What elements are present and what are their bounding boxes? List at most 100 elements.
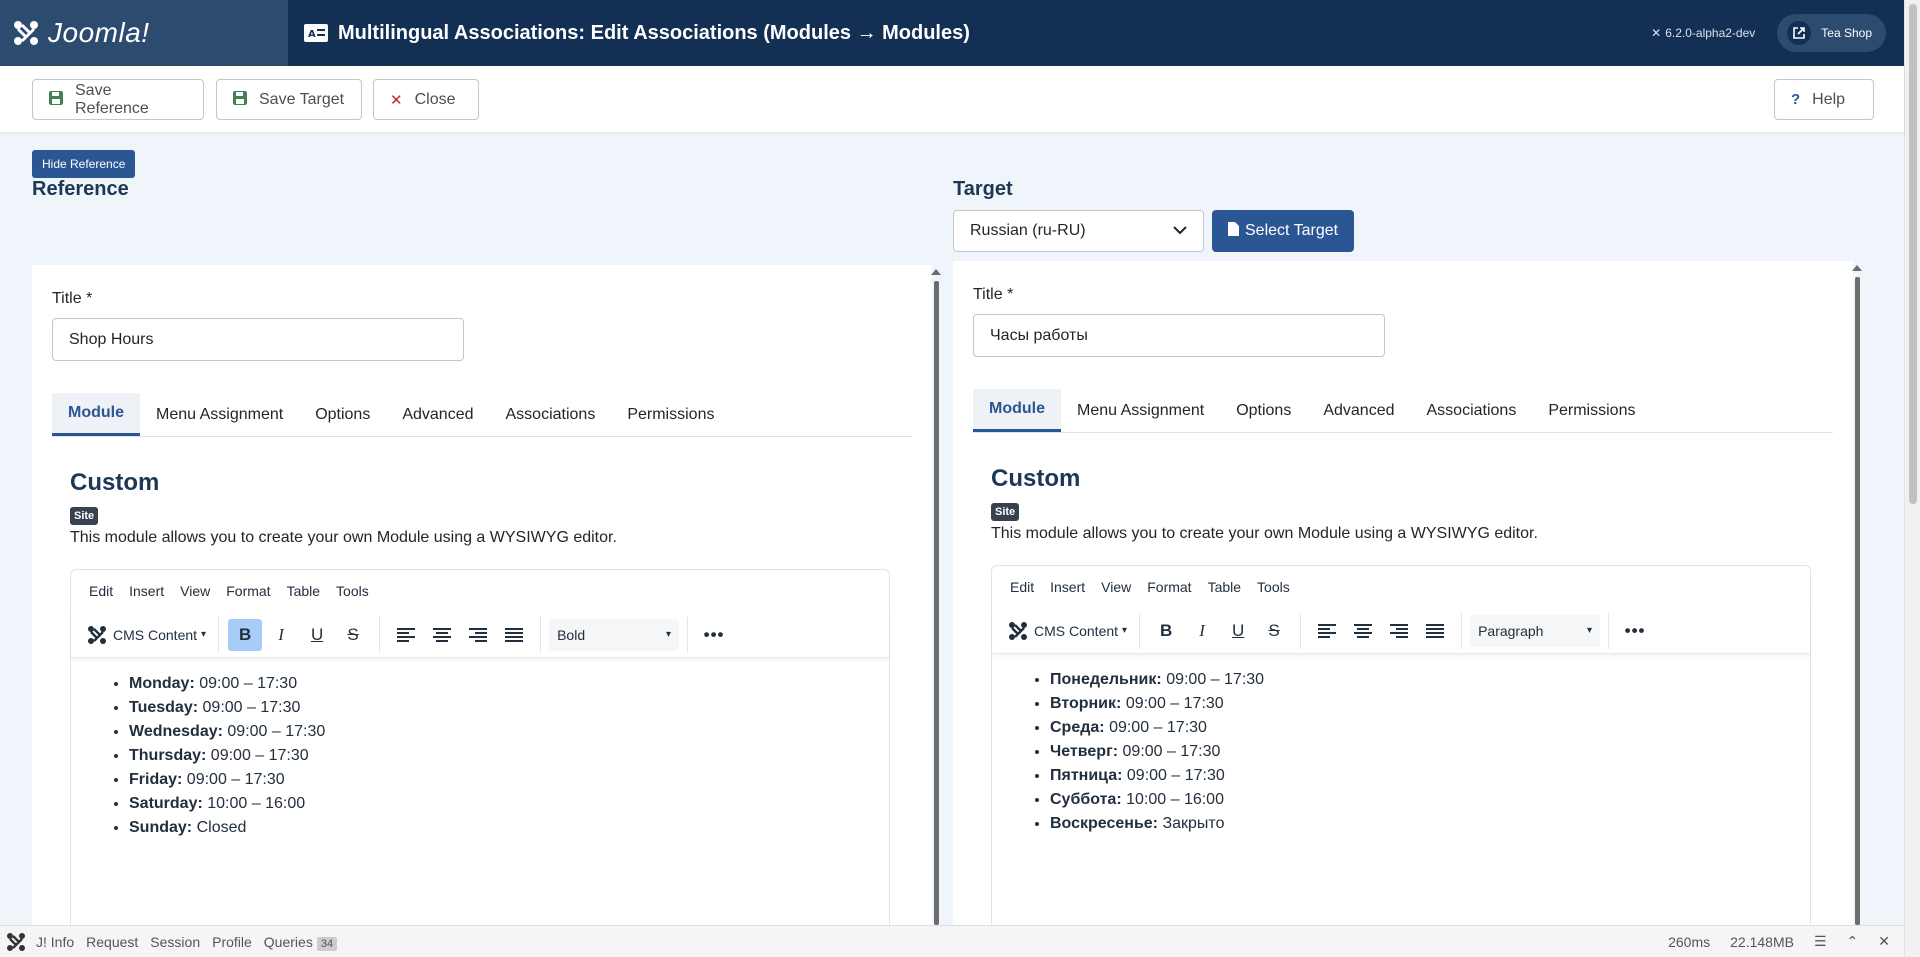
menu-edit[interactable]: Edit <box>81 583 121 599</box>
strikethrough-button[interactable]: S <box>336 619 370 651</box>
align-left-button[interactable] <box>1310 615 1344 647</box>
tab-associations[interactable]: Associations <box>1411 389 1533 432</box>
site-badge: Site <box>70 507 99 525</box>
joomla-icon[interactable] <box>4 930 28 954</box>
more-button[interactable]: ••• <box>697 619 731 651</box>
module-description: This module allows you to create your ow… <box>991 525 1538 542</box>
menu-insert[interactable]: Insert <box>121 583 172 599</box>
tab-menu-assignment[interactable]: Menu Assignment <box>1061 389 1220 432</box>
target-editor: Edit Insert View Format Table Tools CMS … <box>991 565 1811 957</box>
justify-button[interactable] <box>1418 615 1452 647</box>
menu-edit[interactable]: Edit <box>1002 579 1042 595</box>
menu-format[interactable]: Format <box>1139 579 1199 595</box>
align-right-button[interactable] <box>1382 615 1416 647</box>
scroll-up-icon[interactable] <box>931 269 941 275</box>
menu-view[interactable]: View <box>1093 579 1139 595</box>
tab-menu-assignment[interactable]: Menu Assignment <box>140 393 299 436</box>
target-scrollbar[interactable] <box>1852 261 1862 925</box>
editor-content[interactable]: Понедельник: 09:00 – 17:30 Вторник: 09:0… <box>992 654 1810 836</box>
tab-permissions[interactable]: Permissions <box>1532 389 1651 432</box>
view-site-button[interactable]: Tea Shop <box>1777 14 1886 52</box>
block-format-select[interactable]: Bold ▾ <box>549 618 680 651</box>
list-item: Четверг: 09:00 – 17:30 <box>1050 740 1810 764</box>
debug-profile-link[interactable]: Profile <box>212 934 252 950</box>
reference-scrollbar[interactable] <box>931 265 941 925</box>
target-language-select[interactable]: Russian (ru-RU) <box>953 210 1204 252</box>
align-left-button[interactable] <box>389 619 423 651</box>
close-button[interactable]: ✕ Close <box>373 79 479 120</box>
list-item: Wednesday: 09:00 – 17:30 <box>129 720 889 744</box>
debug-queries-link[interactable]: Queries 34 <box>264 934 338 951</box>
joomla-logo[interactable]: Joomla! <box>0 0 288 66</box>
reference-tabs: Module Menu Assignment Options Advanced … <box>52 393 912 437</box>
debug-request-link[interactable]: Request <box>86 934 138 950</box>
strikethrough-button[interactable]: S <box>1257 615 1291 647</box>
site-badge: Site <box>991 503 1020 521</box>
list-item: Monday: 09:00 – 17:30 <box>129 672 889 696</box>
editor-content[interactable]: Monday: 09:00 – 17:30 Tuesday: 09:00 – 1… <box>71 658 889 840</box>
close-icon[interactable]: ✕ <box>1878 933 1890 950</box>
more-button[interactable]: ••• <box>1618 615 1652 647</box>
more-icon: ••• <box>1624 620 1646 640</box>
underline-button[interactable]: U <box>1221 615 1255 647</box>
scrollbar-thumb[interactable] <box>1909 4 1917 504</box>
external-link-icon <box>1787 21 1812 45</box>
tab-advanced[interactable]: Advanced <box>1307 389 1410 432</box>
list-item: Воскресенье: Закрыто <box>1050 812 1810 836</box>
settings-icon[interactable]: ☰ <box>1814 933 1827 950</box>
menu-format[interactable]: Format <box>218 583 278 599</box>
cms-content-dropdown[interactable]: CMS Content ▾ <box>81 623 210 647</box>
bold-button[interactable]: B <box>1149 615 1183 647</box>
question-icon: ? <box>1791 91 1801 108</box>
italic-button[interactable]: I <box>264 619 298 651</box>
cms-content-dropdown[interactable]: CMS Content ▾ <box>1002 619 1131 643</box>
align-right-button[interactable] <box>461 619 495 651</box>
underline-button[interactable]: U <box>300 619 334 651</box>
scrollbar-thumb[interactable] <box>1855 277 1860 925</box>
editor-menubar: Edit Insert View Format Table Tools <box>71 570 889 612</box>
tab-module[interactable]: Module <box>52 393 140 436</box>
brand-text: Joomla! <box>48 17 150 48</box>
justify-button[interactable] <box>497 619 531 651</box>
tab-associations[interactable]: Associations <box>490 393 612 436</box>
select-target-button[interactable]: Select Target <box>1212 210 1355 252</box>
tab-module[interactable]: Module <box>973 389 1061 432</box>
menu-insert[interactable]: Insert <box>1042 579 1093 595</box>
save-target-button[interactable]: Save Target <box>216 79 362 120</box>
menu-view[interactable]: View <box>172 583 218 599</box>
help-button[interactable]: ? Help <box>1774 79 1874 120</box>
list-item: Суббота: 10:00 – 16:00 <box>1050 788 1810 812</box>
queries-count-badge: 34 <box>316 936 338 951</box>
scroll-up-icon[interactable] <box>1852 265 1862 271</box>
save-reference-button[interactable]: Save Reference <box>32 79 204 120</box>
block-format-select[interactable]: Paragraph ▾ <box>1470 614 1601 647</box>
save-icon <box>233 90 247 109</box>
italic-button[interactable]: I <box>1185 615 1219 647</box>
reference-title-input[interactable]: Shop Hours <box>52 318 464 361</box>
menu-tools[interactable]: Tools <box>1249 579 1298 595</box>
target-title-input[interactable]: Часы работы <box>973 314 1385 357</box>
chevron-down-icon: ▾ <box>666 629 672 640</box>
tab-permissions[interactable]: Permissions <box>611 393 730 436</box>
bold-button[interactable]: B <box>228 618 263 651</box>
menu-table[interactable]: Table <box>279 583 328 599</box>
debug-info-link[interactable]: J! Info <box>36 934 74 950</box>
hide-reference-button[interactable]: Hide Reference <box>32 150 136 178</box>
menu-table[interactable]: Table <box>1200 579 1249 595</box>
tab-options[interactable]: Options <box>1220 389 1307 432</box>
debug-session-link[interactable]: Session <box>150 934 200 950</box>
app-header: Joomla! A Multilingual Associations: Edi… <box>0 0 1904 66</box>
align-center-button[interactable] <box>425 619 459 651</box>
target-heading: Target <box>953 178 1013 200</box>
restore-icon[interactable]: ⌃ <box>1847 933 1859 950</box>
chevron-down-icon: ▾ <box>1122 625 1128 636</box>
title-label: Title * <box>52 290 93 307</box>
menu-tools[interactable]: Tools <box>328 583 377 599</box>
tab-advanced[interactable]: Advanced <box>386 393 489 436</box>
module-description: This module allows you to create your ow… <box>70 529 617 546</box>
align-center-button[interactable] <box>1346 615 1380 647</box>
reference-panel: Title * Shop Hours Module Menu Assignmen… <box>32 265 932 957</box>
tab-options[interactable]: Options <box>299 393 386 436</box>
page-scrollbar[interactable] <box>1904 0 1920 957</box>
scrollbar-thumb[interactable] <box>934 281 939 925</box>
